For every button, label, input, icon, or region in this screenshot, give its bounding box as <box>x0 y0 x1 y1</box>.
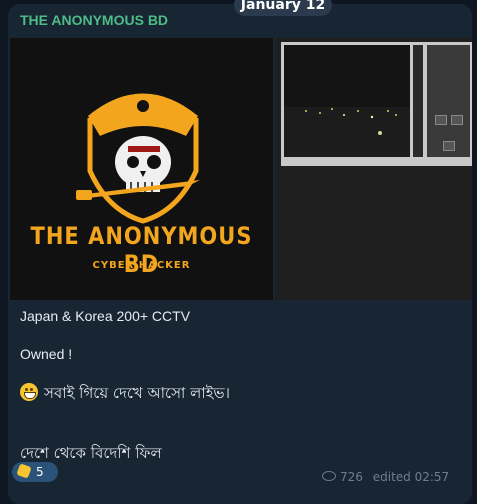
poster-subtitle: CYBER HACKER <box>92 260 191 271</box>
message-bubble[interactable]: THE ANONYMOUS BD THE ANONYMOUS BD CYBER … <box>8 4 472 504</box>
message-line-2: Owned ! <box>20 346 73 362</box>
media-album[interactable]: THE ANONYMOUS BD CYBER HACKER <box>10 38 472 300</box>
cctv-control-panel <box>427 45 470 157</box>
cctv-viewer-window <box>281 42 472 166</box>
message-line-3: সবাই গিয়ে দেখে আসো লাইভ। <box>20 382 230 407</box>
reaction-count: 5 <box>36 465 44 479</box>
date-separator: January 12 <box>234 0 332 16</box>
poster-image[interactable]: THE ANONYMOUS BD CYBER HACKER <box>10 38 273 300</box>
clapping-hands-icon <box>16 463 32 479</box>
cctv-slider <box>413 45 423 157</box>
cctv-night-view <box>284 45 410 157</box>
views-eye-icon <box>322 471 336 481</box>
pirate-skull-logo-icon <box>76 93 200 224</box>
reaction-chip[interactable]: 5 <box>12 462 58 482</box>
sender-name[interactable]: THE ANONYMOUS BD <box>20 12 168 28</box>
message-line-1: Japan & Korea 200+ CCTV <box>20 308 191 324</box>
cctv-screenshot-image[interactable] <box>275 38 472 300</box>
grinning-face-icon <box>20 383 38 401</box>
